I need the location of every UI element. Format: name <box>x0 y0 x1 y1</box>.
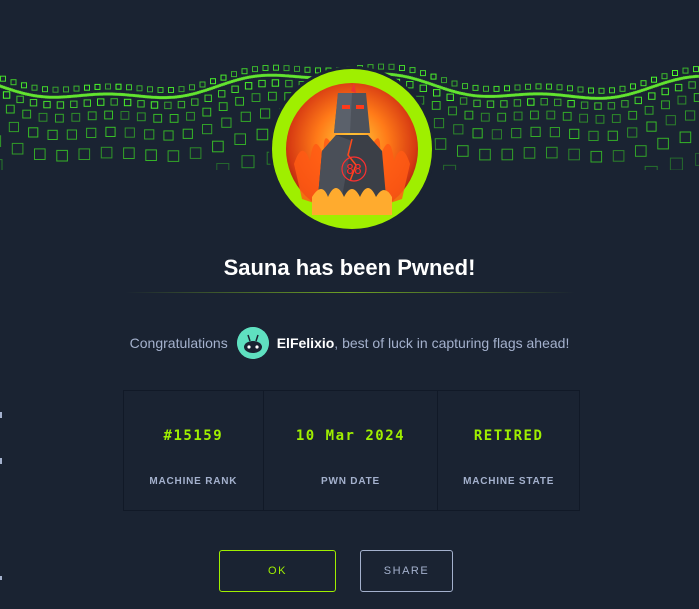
title-divider <box>125 292 575 293</box>
page-title: Sauna has been Pwned! <box>0 255 699 281</box>
edge-marker <box>0 412 2 418</box>
machine-avatar: 88 <box>272 69 432 229</box>
share-button[interactable]: SHARE <box>360 550 453 592</box>
stat-pwn-date: 10 Mar 2024 PWN DATE <box>264 391 439 510</box>
edge-marker <box>0 576 2 580</box>
pwn-date-label: PWN DATE <box>264 476 438 487</box>
svg-text:88: 88 <box>346 163 362 178</box>
ok-button[interactable]: OK <box>219 550 336 592</box>
username-link[interactable]: ElFelixio <box>277 335 335 351</box>
stats-panel: #15159 MACHINE RANK 10 Mar 2024 PWN DATE… <box>123 390 580 511</box>
stat-machine-rank: #15159 MACHINE RANK <box>124 391 264 510</box>
machine-rank-value: #15159 <box>124 428 263 444</box>
machine-state-value: RETIRED <box>438 428 579 444</box>
machine-state-label: MACHINE STATE <box>438 476 579 487</box>
pwn-date-value: 10 Mar 2024 <box>264 428 438 444</box>
edge-marker <box>0 458 2 464</box>
congrats-suffix: , best of luck in capturing flags ahead! <box>334 335 569 351</box>
congrats-message: Congratulations ElFelixio , best of luck… <box>0 326 699 360</box>
stat-machine-state: RETIRED MACHINE STATE <box>438 391 579 510</box>
user-avatar[interactable] <box>237 327 269 359</box>
machine-rank-label: MACHINE RANK <box>124 476 263 487</box>
congrats-prefix: Congratulations <box>130 335 228 351</box>
